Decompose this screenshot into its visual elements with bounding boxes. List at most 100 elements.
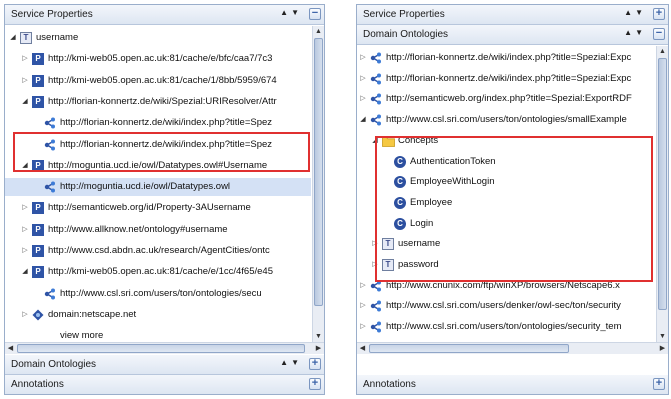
property-icon: P: [32, 95, 44, 108]
right-scroll-up-icon[interactable]: ▲: [657, 46, 668, 57]
property-icon: P: [32, 245, 44, 257]
expand-toggle-icon[interactable]: ◢: [21, 263, 29, 281]
tree-row[interactable]: ▷ http://semanticweb.org/index.php?title=…: [357, 90, 655, 108]
tree-row[interactable]: http://florian-konnertz.de/wiki/index.ph…: [5, 114, 311, 132]
tree-row-label: http://www.csl.sri.com/users/ton/ontolog…: [386, 114, 627, 126]
tree-row-label: http://semanticweb.org/id/Property-3AUse…: [48, 202, 251, 214]
collapse-toggle-icon[interactable]: ▷: [21, 50, 29, 68]
collapse-toggle-icon[interactable]: ▷: [359, 297, 367, 315]
left-horizontal-scrollbar[interactable]: ◀ ▶: [5, 342, 324, 354]
tree-row[interactable]: http://www.csl.sri.com/users/ton/ontolog…: [5, 285, 311, 303]
right-sort-arrows-icon[interactable]: ▲▼: [624, 8, 646, 17]
collapse-toggle-icon[interactable]: ▷: [359, 70, 367, 88]
domain-icon: [32, 309, 44, 321]
right-hscroll-thumb[interactable]: [369, 344, 569, 353]
ontology-icon: [44, 288, 56, 300]
right-scroll-right-icon[interactable]: ▶: [657, 343, 668, 354]
tree-row[interactable]: view more: [5, 327, 311, 341]
right-annotations-header[interactable]: Annotations +: [357, 375, 668, 394]
collapse-toggle-icon[interactable]: ▷: [21, 199, 29, 217]
collapse-toggle-icon[interactable]: ▷: [359, 277, 367, 295]
right-service-properties-header[interactable]: Service Properties ▲▼ +: [357, 5, 668, 25]
tree-row[interactable]: http://moguntia.ucd.ie/owl/Datatypes.owl: [5, 178, 311, 197]
left-domain-ontologies-header[interactable]: Domain Ontologies ▲▼ +: [5, 355, 324, 375]
left-annotations-add-button[interactable]: +: [309, 378, 321, 390]
collapse-toggle-icon[interactable]: ▷: [21, 72, 29, 90]
left-scroll-left-icon[interactable]: ◀: [5, 343, 16, 354]
left-annotations-title: Annotations: [11, 379, 64, 390]
collapse-toggle-icon[interactable]: ▷: [359, 90, 367, 108]
tree-row-label: http://www.allknow.net/ontology#username: [48, 223, 228, 235]
right-scroll-down-icon[interactable]: ▼: [657, 331, 668, 342]
collapse-toggle-icon[interactable]: ▷: [21, 306, 29, 324]
left-domain-sort-arrows-icon[interactable]: ▲▼: [280, 358, 302, 367]
expand-toggle-icon[interactable]: ◢: [21, 93, 29, 111]
tree-row[interactable]: ▷ Phttp://kmi-web05.open.ac.uk:81/cache/1…: [5, 72, 311, 90]
tree-row[interactable]: ◢ Phttp://florian-konnertz.de/wiki/Spezia…: [5, 93, 311, 111]
left-annotations-header[interactable]: Annotations +: [5, 375, 324, 394]
tree-row-label: http://www.csd.abdn.ac.uk/research/Agent…: [48, 245, 270, 256]
left-scroll-right-icon[interactable]: ▶: [313, 343, 324, 354]
right-vertical-scrollbar[interactable]: ▲ ▼: [656, 46, 668, 342]
left-domain-add-button[interactable]: +: [309, 358, 321, 370]
collapse-toggle-icon[interactable]: ▷: [359, 318, 367, 336]
collapse-toggle-icon[interactable]: ▷: [21, 242, 29, 260]
right-panel: Service Properties ▲▼ + Domain Ontologie…: [356, 4, 669, 395]
tree-row[interactable]: ◢ Tusername: [5, 29, 311, 47]
property-icon: P: [32, 202, 44, 215]
ontology-icon: [370, 321, 382, 333]
expand-toggle-icon[interactable]: ◢: [359, 111, 367, 129]
tree-row-label: http://moguntia.ucd.ie/owl/Datatypes.owl: [60, 181, 231, 193]
tree-row[interactable]: ▷ Phttp://kmi-web05.open.ac.uk:81/cache/e…: [5, 50, 311, 68]
right-scroll-thumb[interactable]: [658, 58, 667, 310]
tree-row-label: http://kmi-web05.open.ac.uk:81/cache/e/1…: [48, 266, 273, 278]
right-service-add-button[interactable]: +: [653, 8, 665, 20]
tree-row[interactable]: ▷ Phttp://www.allknow.net/ontology#userna…: [5, 221, 311, 239]
left-scroll-down-icon[interactable]: ▼: [313, 331, 324, 342]
ontology-icon: [370, 114, 382, 126]
collapse-toggle-icon[interactable]: ▷: [359, 49, 367, 67]
left-sort-arrows-icon[interactable]: ▲▼: [280, 8, 302, 17]
left-collapse-button[interactable]: −: [309, 8, 321, 20]
right-domain-collapse-button[interactable]: −: [653, 28, 665, 40]
tree-row[interactable]: ▷ domain:netscape.net: [5, 306, 311, 324]
left-scroll-up-icon[interactable]: ▲: [313, 26, 324, 37]
left-panel: Service Properties ▲▼ − ◢ Tusername ▷ Phttp…: [4, 4, 325, 395]
left-highlight-box: [13, 132, 310, 172]
property-icon: P: [32, 223, 44, 236]
tree-row[interactable]: ▷ http://florian-konnertz.de/wiki/index.p…: [357, 70, 655, 88]
tree-row[interactable]: ▷ http://florian-konnertz.de/wiki/index.p…: [357, 49, 655, 67]
tree-row-label: http://florian-konnertz.de/wiki/index.ph…: [386, 72, 632, 84]
tree-row[interactable]: ▷ Phttp://semanticweb.org/id/Property-3AU…: [5, 199, 311, 217]
tree-row[interactable]: ◢ http://www.csl.sri.com/users/ton/ontolo…: [357, 111, 655, 129]
left-service-properties-header[interactable]: Service Properties ▲▼ −: [5, 5, 324, 25]
expand-toggle-icon[interactable]: ◢: [9, 29, 17, 47]
tree-row-label: http://semanticweb.org/index.php?title=S…: [386, 93, 632, 105]
right-horizontal-scrollbar[interactable]: ◀ ▶: [357, 342, 668, 354]
tree-row-label: username: [36, 32, 79, 43]
tree-row-label: http://www.csl.sri.com/users/denker/owl-…: [386, 300, 621, 312]
ontology-icon: [370, 73, 382, 85]
ontology-icon: [370, 300, 382, 312]
tree-row[interactable]: ◢ Phttp://kmi-web05.open.ac.uk:81/cache/e…: [5, 263, 311, 281]
left-service-properties-tree: ◢ Tusername ▷ Phttp://kmi-web05.open.ac.uk:…: [5, 29, 311, 341]
left-hscroll-thumb[interactable]: [17, 344, 305, 353]
right-scroll-left-icon[interactable]: ◀: [357, 343, 368, 354]
tree-row[interactable]: ▷ Phttp://www.csd.abdn.ac.uk/research/Age…: [5, 242, 311, 260]
right-service-properties-title: Service Properties: [363, 9, 445, 20]
ontology-icon: [370, 52, 382, 64]
right-domain-ontologies-title: Domain Ontologies: [363, 29, 449, 40]
right-domain-sort-arrows-icon[interactable]: ▲▼: [624, 28, 646, 37]
tree-row[interactable]: ▷ http://www.csl.sri.com/users/ton/ontolo…: [357, 318, 655, 336]
right-highlight-box: [375, 136, 653, 282]
left-domain-ontologies-title: Domain Ontologies: [11, 359, 97, 370]
right-annotations-add-button[interactable]: +: [653, 378, 665, 390]
left-vertical-scrollbar[interactable]: ▲ ▼: [312, 26, 324, 342]
right-domain-ontologies-header[interactable]: Domain Ontologies ▲▼ −: [357, 25, 668, 45]
tree-row-label: http://www.csl.sri.com/users/ton/ontolog…: [60, 287, 262, 299]
tree-row-label: http://www.csl.sri.com/users/ton/ontolog…: [386, 321, 622, 333]
left-scroll-thumb[interactable]: [314, 38, 323, 306]
ontology-icon: [44, 117, 56, 129]
collapse-toggle-icon[interactable]: ▷: [21, 221, 29, 239]
tree-row[interactable]: ▷ http://www.csl.sri.com/users/denker/owl…: [357, 297, 655, 315]
